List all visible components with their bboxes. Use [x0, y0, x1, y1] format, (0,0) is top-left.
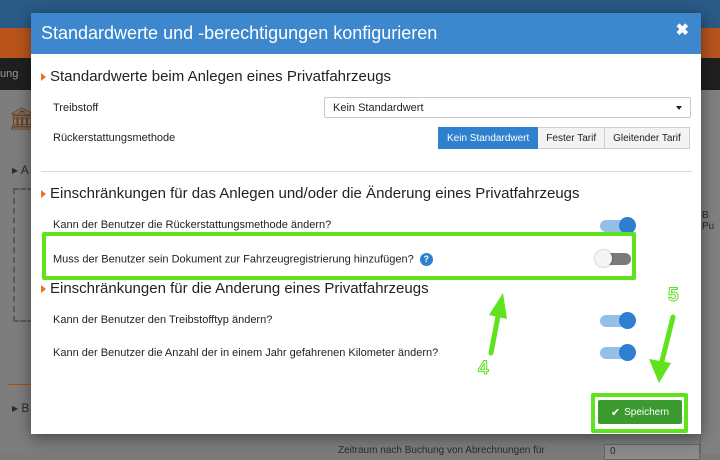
can-change-fuel-toggle[interactable] [600, 312, 636, 329]
annotation-save-highlight [591, 393, 688, 433]
can-change-refund-label: Kann der Benutzer die Rückerstattungsmet… [53, 219, 332, 231]
settings-modal: Standardwerte und -berechtigungen konfig… [31, 13, 701, 434]
modal-header: Standardwerte und -berechtigungen konfig… [31, 13, 701, 54]
refund-option-none[interactable]: Kein Standardwert [438, 127, 539, 149]
refund-option-fixed[interactable]: Fester Tarif [538, 127, 606, 149]
caret-right-icon [41, 284, 46, 293]
app-dropzone [13, 188, 33, 322]
refund-option-sliding[interactable]: Gleitender Tarif [605, 127, 690, 149]
can-change-refund-toggle[interactable] [600, 217, 636, 234]
close-icon[interactable]: ✖ [676, 22, 689, 39]
fuel-select[interactable]: Kein Standardwert [324, 97, 691, 118]
section-edit-restrictions-heading: Einschränkungen für die Anderung eines P… [41, 280, 429, 297]
app-section-label-text: A [20, 163, 29, 177]
app-right-text: B Pu [702, 210, 715, 232]
annotation-highlight-box [42, 232, 636, 280]
section-defaults-heading: Standardwerte beim Anlegen eines Privatf… [41, 68, 391, 85]
chevron-down-icon [676, 105, 682, 110]
can-change-fuel-label: Kann der Benutzer den Treibstofftyp ände… [53, 314, 273, 326]
annotation-step-5: 5 [668, 285, 680, 307]
section-create-restrictions-heading-text: Einschränkungen für das Anlegen und/oder… [50, 185, 580, 202]
section-create-restrictions-heading: Einschränkungen für das Anlegen und/oder… [41, 185, 580, 202]
can-change-km-toggle[interactable] [600, 344, 636, 361]
annotation-step-4: 4 [478, 358, 490, 380]
section-defaults-heading-text: Standardwerte beim Anlegen eines Privatf… [50, 68, 392, 85]
fuel-label: Treibstoff [53, 102, 99, 114]
app-divider [8, 384, 32, 385]
annotation-arrow-5 [649, 314, 676, 383]
section-divider [41, 171, 692, 172]
can-change-km-label: Kann der Benutzer die Anzahl der in eine… [53, 347, 439, 359]
app-section-label-2-text: B [21, 401, 30, 415]
app-bottom-value: 0 [610, 446, 616, 457]
caret-right-icon [41, 72, 46, 81]
app-right-panel [700, 90, 720, 454]
fuel-select-value: Kein Standardwert [333, 101, 424, 114]
app-section-label: ▸ A [12, 163, 29, 177]
toggle-knob [619, 344, 636, 361]
modal-title: Standardwerte und -berechtigungen konfig… [41, 23, 438, 43]
toggle-knob [619, 312, 636, 329]
app-bottom-input [604, 444, 700, 460]
refund-method-label: Rückerstattungsmethode [53, 132, 176, 144]
bank-icon: 🏛 [8, 106, 36, 131]
app-menu-item: ung [0, 68, 19, 80]
app-bottom-label: Zeitraum nach Buchung von Abrechnungen f… [338, 445, 545, 456]
app-section-label-2: ▸ B [12, 401, 30, 415]
section-edit-restrictions-heading-text: Einschränkungen für die Anderung eines P… [50, 280, 429, 297]
caret-right-icon [41, 189, 46, 198]
refund-method-group: Kein Standardwert Fester Tarif Gleitende… [438, 127, 690, 149]
